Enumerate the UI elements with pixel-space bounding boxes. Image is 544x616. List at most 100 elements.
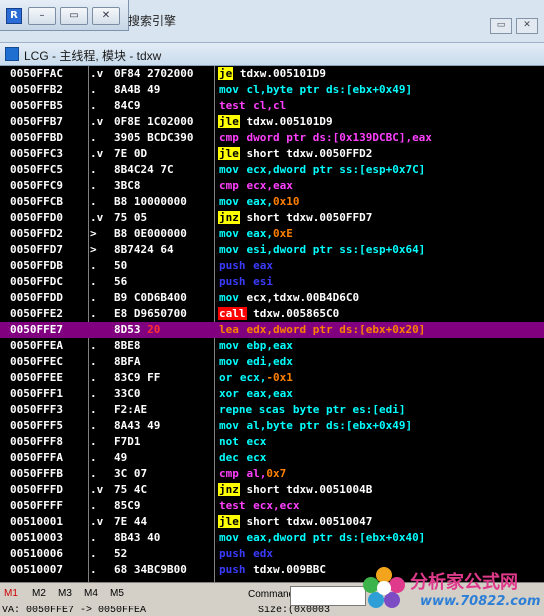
memory-tab-m3[interactable]: M3 <box>58 588 72 599</box>
instruction-row[interactable]: 0050FFEA. 8BE8 mov ebp,eax <box>0 338 544 354</box>
instruction-text: mov ebp,eax <box>218 338 293 354</box>
operand-separator <box>240 179 247 192</box>
instruction-row[interactable]: 0050FFB5. 84C9 test cl,cl <box>0 98 544 114</box>
instruction-row[interactable]: 0050FFB7 .v 0F8E 1C02000 jle tdxw.005101D9 <box>0 114 544 130</box>
jump-marker: . <box>90 387 97 400</box>
operand-separator <box>240 323 247 336</box>
instruction-row[interactable]: 0050FFD2 > B8 0E000000 mov eax,0xE <box>0 226 544 242</box>
close-icon[interactable]: ✕ <box>92 7 120 25</box>
mnemonic: je <box>218 67 234 80</box>
operand-separator <box>240 435 247 448</box>
jump-marker: . <box>90 195 97 208</box>
instruction-hex: 8BFA <box>114 355 141 368</box>
instruction-row[interactable]: 0050FFFF. 85C9 test ecx,ecx <box>0 498 544 514</box>
memory-tab-m4[interactable]: M4 <box>84 588 98 599</box>
instruction-row[interactable]: 00510001 .v 7E 44 jle short tdxw.00510047 <box>0 514 544 530</box>
mnemonic: push <box>219 259 246 272</box>
instruction-row[interactable]: 0050FFDB. 50 push eax <box>0 258 544 274</box>
instruction-hex: 52 <box>114 547 128 560</box>
jump-marker: .v <box>90 115 104 128</box>
minimized-window[interactable]: R – ▭ ✕ <box>0 0 129 31</box>
memory-tab-m2[interactable]: M2 <box>32 588 46 599</box>
selected-instruction-row[interactable]: 0050FFE7 8D53 20 lea edx,dword ptr ds:[ebx… <box>0 322 544 338</box>
memory-tab-m5[interactable]: M5 <box>110 588 124 599</box>
instruction-row[interactable]: 0050FFC3 .v 7E 0D jle short tdxw.0050FFD2 <box>0 146 544 162</box>
instruction-text: mov esi,dword ptr ss:[esp+0x64] <box>218 242 425 258</box>
minimize-icon[interactable]: – <box>28 7 56 25</box>
instruction-hex: 68 34BC9B00 <box>114 563 187 576</box>
instruction-hex: 85C9 <box>114 499 141 512</box>
jump-marker: . <box>90 403 97 416</box>
instruction-text: cmp ecx,eax <box>218 178 293 194</box>
instruction-text: push tdxw.009BBC <box>218 562 326 578</box>
instruction-row[interactable]: 0050FFB2. 8A4B 49 mov cl,byte ptr ds:[ebx+… <box>0 82 544 98</box>
instruction-row[interactable]: 0050FFAC .v 0F84 2702000 je tdxw.005101D9 <box>0 66 544 82</box>
instruction-row[interactable]: 0050FFEE. 83C9 FF or ecx,-0x1 <box>0 370 544 386</box>
instruction-row[interactable]: 0050FFC5. 8B4C24 7C mov ecx,dword ptr ss:[… <box>0 162 544 178</box>
command-input[interactable] <box>290 586 366 606</box>
minimize-icon[interactable]: ▭ <box>490 18 512 34</box>
instruction-address: 0050FFF1 <box>10 387 63 400</box>
instruction-row[interactable]: 0050FFBD. 3905 BCDC390 cmp dword ptr ds:[0… <box>0 130 544 146</box>
instruction-row[interactable]: 0050FFEC. 8BFA mov edi,edx <box>0 354 544 370</box>
instruction-row[interactable]: 0050FFDC. 56 push esi <box>0 274 544 290</box>
instruction-text: or ecx,-0x1 <box>218 370 293 386</box>
operand: edx,dword ptr ds:[ebx+0x20] <box>246 323 426 336</box>
mnemonic: jnz <box>218 211 240 224</box>
instruction-row[interactable]: 0050FFD7 >8B7424 64 mov esi,dword ptr ss:[… <box>0 242 544 258</box>
instruction-hex: 33C0 <box>114 387 141 400</box>
operand-separator <box>240 355 247 368</box>
app-icon[interactable]: R <box>6 8 22 24</box>
instruction-row[interactable]: 0050FFF5. 8A43 49 mov al,byte ptr ds:[ebx+… <box>0 418 544 434</box>
instruction-address: 0050FFBD <box>10 131 63 144</box>
instruction-row[interactable]: 0050FFD0 .v 75 05 jnz short tdxw.0050FFD7 <box>0 210 544 226</box>
instruction-text: jle short tdxw.0050FFD2 <box>218 146 372 162</box>
instruction-address: 0050FFEC <box>10 355 63 368</box>
instruction-hex: 8A43 49 <box>114 419 161 432</box>
instruction-address: 0050FFDC <box>10 275 63 288</box>
restore-icon[interactable]: ▭ <box>60 7 88 25</box>
memory-tab-m1[interactable]: M1 <box>4 588 18 599</box>
instruction-row[interactable]: 0050FFE2. E8 D9650700 call tdxw.005865C0 <box>0 306 544 322</box>
operand: short tdxw.0050FFD7 <box>246 211 373 224</box>
jump-marker: . <box>90 499 97 512</box>
instruction-row[interactable]: 0050FFDD. B9 C0D6B400 mov ecx,tdxw.00B4D6C… <box>0 290 544 306</box>
operand-separator <box>240 483 247 496</box>
mnemonic: mov <box>219 163 239 176</box>
cpu-window-titlebar[interactable]: LCG - 主线程, 模块 - tdxw <box>0 43 544 66</box>
operand: edi,edx <box>246 355 293 368</box>
operand-separator <box>240 195 247 208</box>
instruction-address: 0050FFE7 <box>10 323 63 336</box>
instruction-row[interactable]: 0050FFFD .v 75 4C jnz short tdxw.0051004B <box>0 482 544 498</box>
instruction-text: je tdxw.005101D9 <box>218 66 326 82</box>
operand: edx <box>253 547 273 560</box>
instruction-text: cmp dword ptr ds:[0x139DCBC],eax <box>218 130 432 146</box>
instruction-row[interactable]: 0050FFF8. F7D1 not ecx <box>0 434 544 450</box>
instruction-hex: 3BC8 <box>114 179 141 192</box>
jump-marker: . <box>90 467 97 480</box>
instruction-row[interactable]: 0050FFCB. B8 10000000 mov eax,0x10 <box>0 194 544 210</box>
instruction-row[interactable]: 0050FFF3. F2:AE repne scas byte ptr es:[ed… <box>0 402 544 418</box>
instruction-hex: 7E 44 <box>114 515 148 528</box>
instruction-row[interactable]: 0050FFFA. 49 dec ecx <box>0 450 544 466</box>
mnemonic: jle <box>218 115 240 128</box>
instruction-row[interactable]: 00510003. 8B43 40 mov eax,dword ptr ds:[eb… <box>0 530 544 546</box>
jump-marker: . <box>90 531 97 544</box>
instruction-address: 0050FFB2 <box>10 83 63 96</box>
instruction-text: cmp al,0x7 <box>218 466 286 482</box>
instruction-row[interactable]: 0050FFFB. 3C 07 cmp al,0x7 <box>0 466 544 482</box>
instruction-hex: 3905 BCDC390 <box>114 131 194 144</box>
site-watermark: 分析家公式网 www.70822.com <box>358 560 544 616</box>
disassembly-listing[interactable]: 0050FFAC .v 0F84 2702000 je tdxw.005101D9 00… <box>0 66 544 582</box>
instruction-address: 0050FFD7 <box>10 243 63 256</box>
instruction-text: lea edx,dword ptr ds:[ebx+0x20] <box>218 322 425 338</box>
operand: esi <box>253 275 273 288</box>
instruction-hex: 83C9 FF <box>114 371 161 384</box>
instruction-row[interactable]: 0050FFF1. 33C0 xor eax,eax <box>0 386 544 402</box>
close-icon[interactable]: ✕ <box>516 18 538 34</box>
operand-separator <box>240 515 247 528</box>
operand-separator <box>240 227 247 240</box>
instruction-address: 0050FFDB <box>10 259 63 272</box>
instruction-row[interactable]: 0050FFC9. 3BC8 cmp ecx,eax <box>0 178 544 194</box>
mnemonic: lea <box>219 323 239 336</box>
